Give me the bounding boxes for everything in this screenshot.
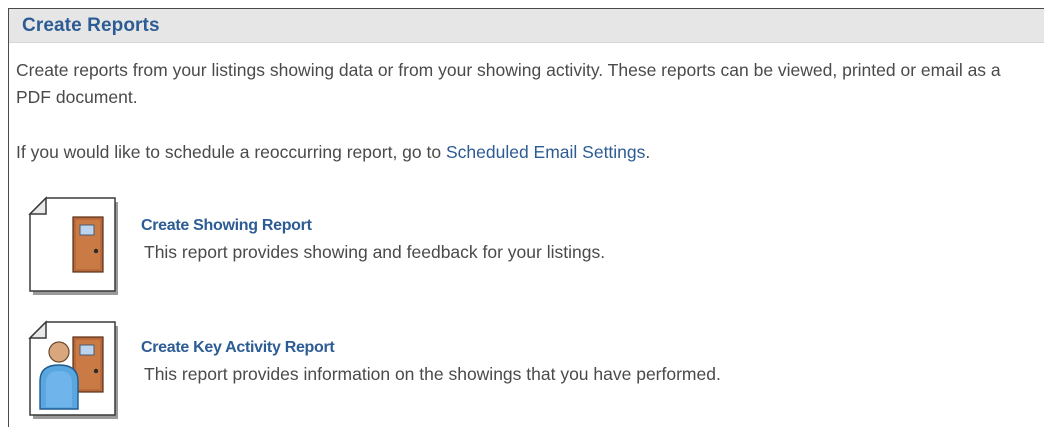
report-item-showing: Create Showing Report This report provid… [26,195,605,298]
door-document-icon[interactable] [26,195,124,298]
panel-header: Create Reports [9,9,1044,43]
report-description: This report provides information on the … [144,364,721,384]
intro-text: Create reports from your listings showin… [16,60,1001,107]
create-key-activity-report-link[interactable]: Create Key Activity Report [141,339,721,357]
schedule-prefix: If you would like to schedule a reoccurr… [16,142,446,162]
scheduled-email-settings-link[interactable]: Scheduled Email Settings [446,142,645,162]
page-title: Create Reports [22,14,160,36]
report-text-key-activity: Create Key Activity Report This report p… [141,319,721,385]
create-reports-panel: Create Reports Create reports from your … [8,8,1044,427]
report-text-showing: Create Showing Report This report provid… [141,195,605,263]
report-item-key-activity: Create Key Activity Report This report p… [26,319,721,422]
schedule-text: If you would like to schedule a reoccurr… [9,139,650,166]
schedule-suffix: . [645,142,651,162]
create-showing-report-link[interactable]: Create Showing Report [141,217,605,235]
report-description: This report provides showing and feedbac… [144,242,606,262]
person-door-document-icon[interactable] [26,319,124,422]
